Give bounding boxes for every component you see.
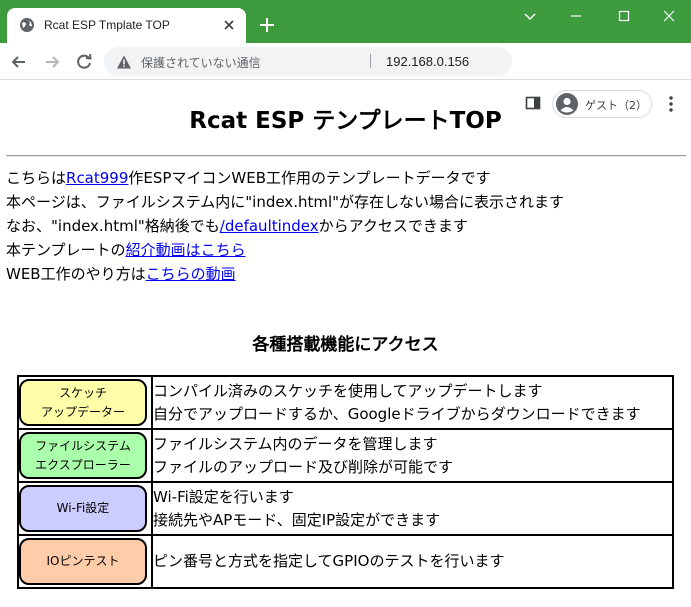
url-text[interactable]: 192.168.0.156	[386, 54, 469, 69]
wifi-settings-button[interactable]: Wi-Fi設定	[19, 485, 147, 532]
table-row: スケッチアップデーター コンパイル済みのスケッチを使用してアップデートします 自…	[17, 375, 674, 430]
intro-line-5-prefix: WEB工作のやり方は	[6, 265, 146, 283]
tab-title: Rcat ESP Tmplate TOP	[44, 18, 170, 32]
back-arrow-icon[interactable]	[9, 52, 29, 72]
button-cell: IOピンテスト	[17, 534, 153, 589]
intro-line-4-prefix: 本テンプレートの	[6, 241, 126, 259]
chevron-down-icon[interactable]	[518, 6, 542, 26]
features-table: スケッチアップデーター コンパイル済みのスケッチを使用してアップデートします 自…	[17, 375, 674, 589]
description-cell: ピン番号と方式を指定してGPIOのテストを行います	[151, 534, 674, 589]
browser-titlebar: Rcat ESP Tmplate TOP	[0, 0, 691, 43]
omnibox-separator	[370, 54, 371, 68]
intro-line-5: WEB工作のやり方はこちらの動画	[6, 262, 564, 286]
forward-arrow-icon[interactable]	[42, 52, 62, 72]
intro-line-2: 本ページは、ファイルシステム内に"index.html"が存在しない場合に表示さ…	[6, 193, 565, 211]
intro-line-1: こちらはRcat999作ESPマイコンWEB工作用のテンプレートデータです	[6, 166, 564, 190]
new-tab-icon[interactable]	[258, 16, 276, 34]
description-line-2: 自分でアップロードするか、Googleドライブからダウンロードできます	[153, 404, 641, 423]
button-label-line-1: スケッチ	[58, 385, 107, 400]
description-line-2: ファイルのアップロード及び削除が可能です	[153, 457, 454, 476]
insecure-label: 保護されていない通信	[141, 56, 261, 70]
description-line-1: ファイルシステム内のデータを管理します	[153, 434, 438, 453]
horizontal-rule	[6, 155, 686, 157]
file-explorer-button[interactable]: ファイルシステム エクスプローラー	[19, 432, 147, 479]
button-label-line-1: ファイルシステム	[35, 438, 131, 453]
address-bar[interactable]: 保護されていない通信 192.168.0.156	[104, 47, 512, 76]
page-content: Rcat ESP テンプレートTOP こちらはRcat999作ESPマイコンWE…	[0, 81, 691, 607]
section-title: 各種搭載機能にアクセス	[252, 335, 439, 355]
button-cell: Wi-Fi設定	[17, 481, 153, 536]
description-line-1: コンパイル済みのスケッチを使用してアップデートします	[153, 381, 543, 400]
description-line-1: ピン番号と方式を指定してGPIOのテストを行います	[153, 552, 505, 570]
button-label-line-2: アップデーター	[40, 404, 125, 419]
table-row: Wi-Fi設定 Wi-Fi設定を行います 接続先やAPモード、固定IP設定ができ…	[17, 481, 674, 536]
close-tab-icon[interactable]	[221, 17, 237, 33]
button-cell: スケッチアップデーター	[17, 375, 153, 430]
button-label-line-2: エクスプローラー	[35, 457, 131, 472]
button-label: Wi-Fi設定	[56, 501, 110, 515]
table-row: ファイルシステム エクスプローラー ファイルシステム内のデータを管理します ファイ…	[17, 428, 674, 483]
page-title: Rcat ESP テンプレートTOP	[189, 108, 502, 134]
howto-video-link[interactable]: こちらの動画	[146, 265, 236, 283]
globe-icon	[20, 18, 34, 32]
io-pin-test-button[interactable]: IOピンテスト	[19, 538, 147, 585]
description-cell: コンパイル済みのスケッチを使用してアップデートします 自分でアップロードするか、…	[151, 375, 674, 430]
description-line-2: 接続先やAPモード、固定IP設定ができます	[153, 510, 441, 529]
sketch-updater-button[interactable]: スケッチアップデーター	[19, 379, 147, 426]
minimize-icon[interactable]	[564, 6, 588, 26]
window-close-icon[interactable]	[657, 6, 681, 26]
table-row: IOピンテスト ピン番号と方式を指定してGPIOのテストを行います	[17, 534, 674, 589]
intro-line-3: なお、"index.html"格納後でも/defaultindexからアクセスで…	[6, 214, 564, 238]
intro-text: こちらはRcat999作ESPマイコンWEB工作用のテンプレートデータです 本ペ…	[6, 166, 564, 286]
description-cell: ファイルシステム内のデータを管理します ファイルのアップロード及び削除が可能です	[151, 428, 674, 483]
rcat999-link[interactable]: Rcat999	[66, 169, 128, 187]
defaultindex-link[interactable]: /defaultindex	[220, 217, 319, 235]
button-label: スケッチアップデーター	[41, 384, 125, 422]
button-label: IOピンテスト	[46, 554, 120, 568]
intro-line-1-suffix: 作ESPマイコンWEB工作用のテンプレートデータです	[128, 169, 491, 187]
reload-icon[interactable]	[74, 52, 94, 72]
intro-line-1-prefix: こちらは	[6, 169, 67, 187]
button-cell: ファイルシステム エクスプローラー	[17, 428, 153, 483]
description-cell: Wi-Fi設定を行います 接続先やAPモード、固定IP設定ができます	[151, 481, 674, 536]
button-label: ファイルシステム エクスプローラー	[35, 437, 131, 475]
intro-line-3-suffix: からアクセスできます	[318, 217, 468, 235]
intro-video-link[interactable]: 紹介動画はこちら	[126, 241, 246, 259]
browser-toolbar: 保護されていない通信 192.168.0.156 ゲスト（2）	[0, 43, 691, 118]
maximize-icon[interactable]	[612, 6, 636, 26]
intro-line-3-prefix: なお、"index.html"格納後でも	[6, 217, 220, 235]
description-line-1: Wi-Fi設定を行います	[153, 487, 294, 506]
browser-tab[interactable]: Rcat ESP Tmplate TOP	[7, 8, 246, 43]
warning-icon[interactable]	[116, 54, 132, 70]
intro-line-4: 本テンプレートの紹介動画はこちら	[6, 238, 564, 262]
